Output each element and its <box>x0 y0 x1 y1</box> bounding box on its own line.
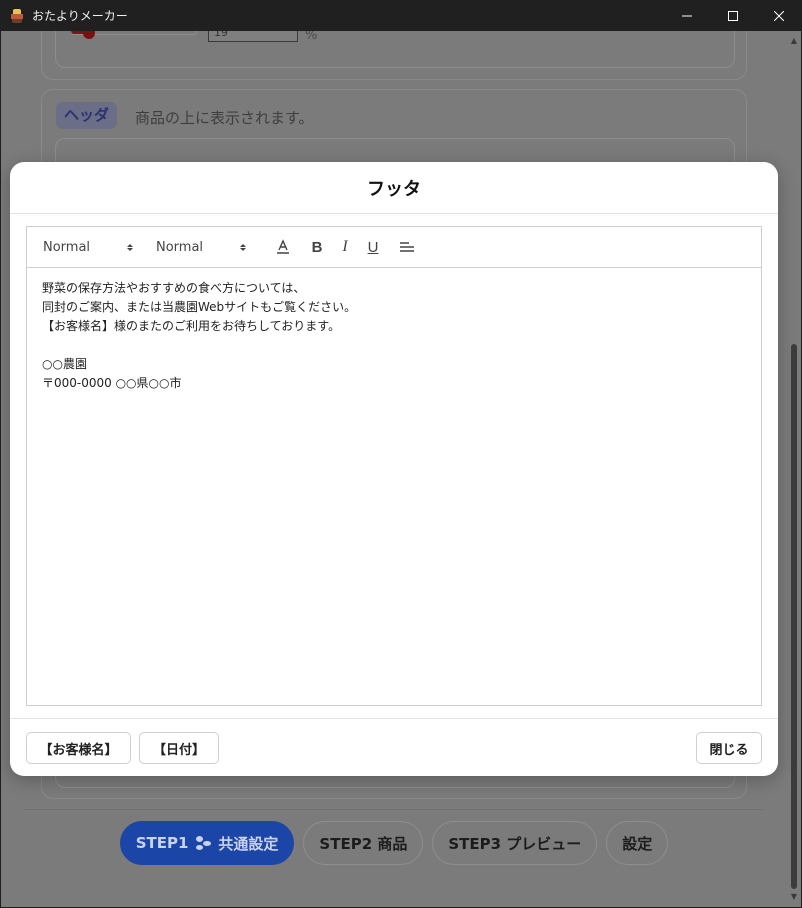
maximize-icon <box>728 10 738 21</box>
select-arrows-icon <box>240 243 246 251</box>
underline-button[interactable]: U <box>359 236 387 258</box>
step3-label: STEP3 プレビュー <box>448 834 582 853</box>
bold-button[interactable]: B <box>303 236 331 258</box>
close-dialog-button[interactable]: 閉じる <box>696 732 762 764</box>
step1-sub-label: 共通設定 <box>218 834 279 853</box>
settings-label: 設定 <box>622 834 653 853</box>
scroll-down-icon[interactable]: ▼ <box>790 893 798 901</box>
scroll-thumb[interactable] <box>791 344 797 889</box>
align-left-icon <box>400 242 414 252</box>
step1-button[interactable]: STEP1 共通設定 <box>119 821 295 865</box>
window-controls <box>664 0 802 31</box>
text-color-icon <box>277 239 289 254</box>
title-bar: おたよりメーカー <box>0 0 802 31</box>
rich-text-editor: Normal Normal B I U 野菜の保存方法やおすすめの食べ方について… <box>26 226 762 706</box>
content-line: 【お客様名】様のまたのご利用をお待ちしております。 <box>42 319 341 333</box>
size-select[interactable]: Normal <box>156 240 269 255</box>
step2-label: STEP2 商品 <box>319 834 408 853</box>
content-line: 〒000-0000 ○○県○○市 <box>42 376 182 390</box>
close-window-button[interactable] <box>756 0 802 31</box>
settings-button[interactable]: 設定 <box>606 821 669 865</box>
footprints-icon <box>194 835 212 851</box>
content-line: 同封のご案内、または当農園Webサイトもご覧ください。 <box>42 300 357 314</box>
settings-card-inner <box>55 31 735 68</box>
maximize-button[interactable] <box>710 0 756 31</box>
footer-separator <box>23 809 763 810</box>
editor-toolbar: Normal Normal B I U <box>27 227 761 268</box>
step2-button[interactable]: STEP2 商品 <box>303 821 424 865</box>
text-color-button[interactable] <box>269 236 297 258</box>
dialog-footer: 【お客様名】 【日付】 閉じる <box>10 718 778 776</box>
vertical-scrollbar[interactable]: ▲ ▼ <box>787 31 801 907</box>
scroll-up-icon[interactable]: ▲ <box>790 37 798 45</box>
window-title: おたよりメーカー <box>32 9 128 23</box>
italic-button[interactable]: I <box>331 236 359 258</box>
header-description: 商品の上に表示されます。 <box>135 109 314 127</box>
font-select-value: Normal <box>43 239 91 255</box>
step-navigation: STEP1 共通設定 STEP2 商品 STEP3 プレビュー 設定 <box>1 821 787 865</box>
content-line: 野菜の保存方法やおすすめの食べ方については、 <box>42 281 306 295</box>
step1-label: STEP1 <box>135 834 189 852</box>
insert-customer-name-button[interactable]: 【お客様名】 <box>26 732 131 764</box>
step3-button[interactable]: STEP3 プレビュー <box>432 821 598 865</box>
percent-unit: % <box>305 31 318 43</box>
size-select-value: Normal <box>156 239 204 255</box>
content-line: ○○農園 <box>42 357 87 371</box>
close-icon <box>774 10 784 21</box>
align-button[interactable] <box>393 236 421 258</box>
editor-content[interactable]: 野菜の保存方法やおすすめの食べ方については、 同封のご案内、または当農園Webサ… <box>27 268 761 404</box>
minimize-icon <box>682 15 692 16</box>
dialog-header: フッタ <box>10 162 778 214</box>
dialog-title: フッタ <box>367 178 421 200</box>
footer-dialog: フッタ Normal Normal B I U 野菜の保存方法やおすすめの食べ方… <box>10 162 778 776</box>
insert-date-button[interactable]: 【日付】 <box>139 732 219 764</box>
app-icon <box>10 8 24 23</box>
font-select[interactable]: Normal <box>43 240 156 255</box>
content-line <box>42 336 746 355</box>
select-arrows-icon <box>127 243 133 251</box>
opacity-input[interactable]: 19 <box>208 31 298 42</box>
header-chip: ヘッダ <box>56 102 118 129</box>
minimize-button[interactable] <box>664 0 710 31</box>
